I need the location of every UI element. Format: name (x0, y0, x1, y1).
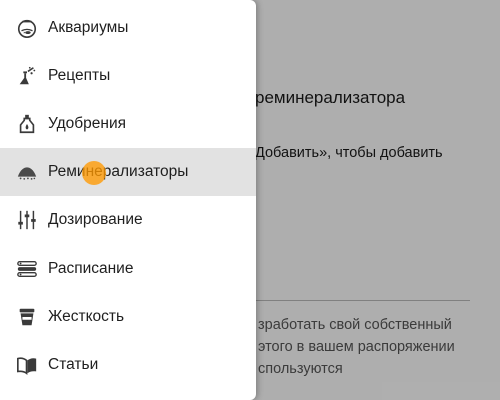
drawer-item-label: Расписание (48, 260, 134, 277)
aquarium-icon (16, 17, 38, 39)
drawer-item-label: Удобрения (48, 115, 127, 132)
drawer-item-label: Жесткость (48, 308, 125, 325)
drawer-item-label: Статьи (48, 356, 99, 373)
drawer-item-articles[interactable]: Статьи (0, 341, 256, 389)
recipe-flask-icon (16, 65, 38, 87)
remineralizer-pile-icon (16, 161, 38, 183)
drawer-item-hardness[interactable]: Жесткость (0, 293, 256, 341)
dosing-sliders-icon (16, 209, 38, 231)
drawer-item-label: Аквариумы (48, 19, 129, 36)
drawer-item-schedule[interactable]: Расписание (0, 245, 256, 293)
hardness-cup-icon (16, 306, 38, 328)
articles-book-icon (16, 354, 38, 376)
drawer-item-label: Рецепты (48, 67, 111, 84)
schedule-icon (16, 258, 38, 280)
touch-indicator (82, 161, 106, 185)
fertilizer-bottle-icon (16, 113, 38, 135)
drawer-item-remineralizers[interactable]: Реминерализаторы (0, 148, 256, 196)
drawer-item-label: Дозирование (48, 211, 143, 228)
drawer-item-dosing[interactable]: Дозирование (0, 196, 256, 244)
drawer-item-aquariums[interactable]: Аквариумы (0, 4, 256, 52)
app-screen: реминерализатора Добавить», чтобы добави… (0, 0, 500, 400)
drawer-item-recipes[interactable]: Рецепты (0, 52, 256, 100)
drawer-item-fertilizers[interactable]: Удобрения (0, 100, 256, 148)
drawer-item-label: Реминерализаторы (48, 163, 189, 180)
navigation-drawer: Аквариумы Рецепты Удобрения Реминерализа… (0, 0, 256, 400)
